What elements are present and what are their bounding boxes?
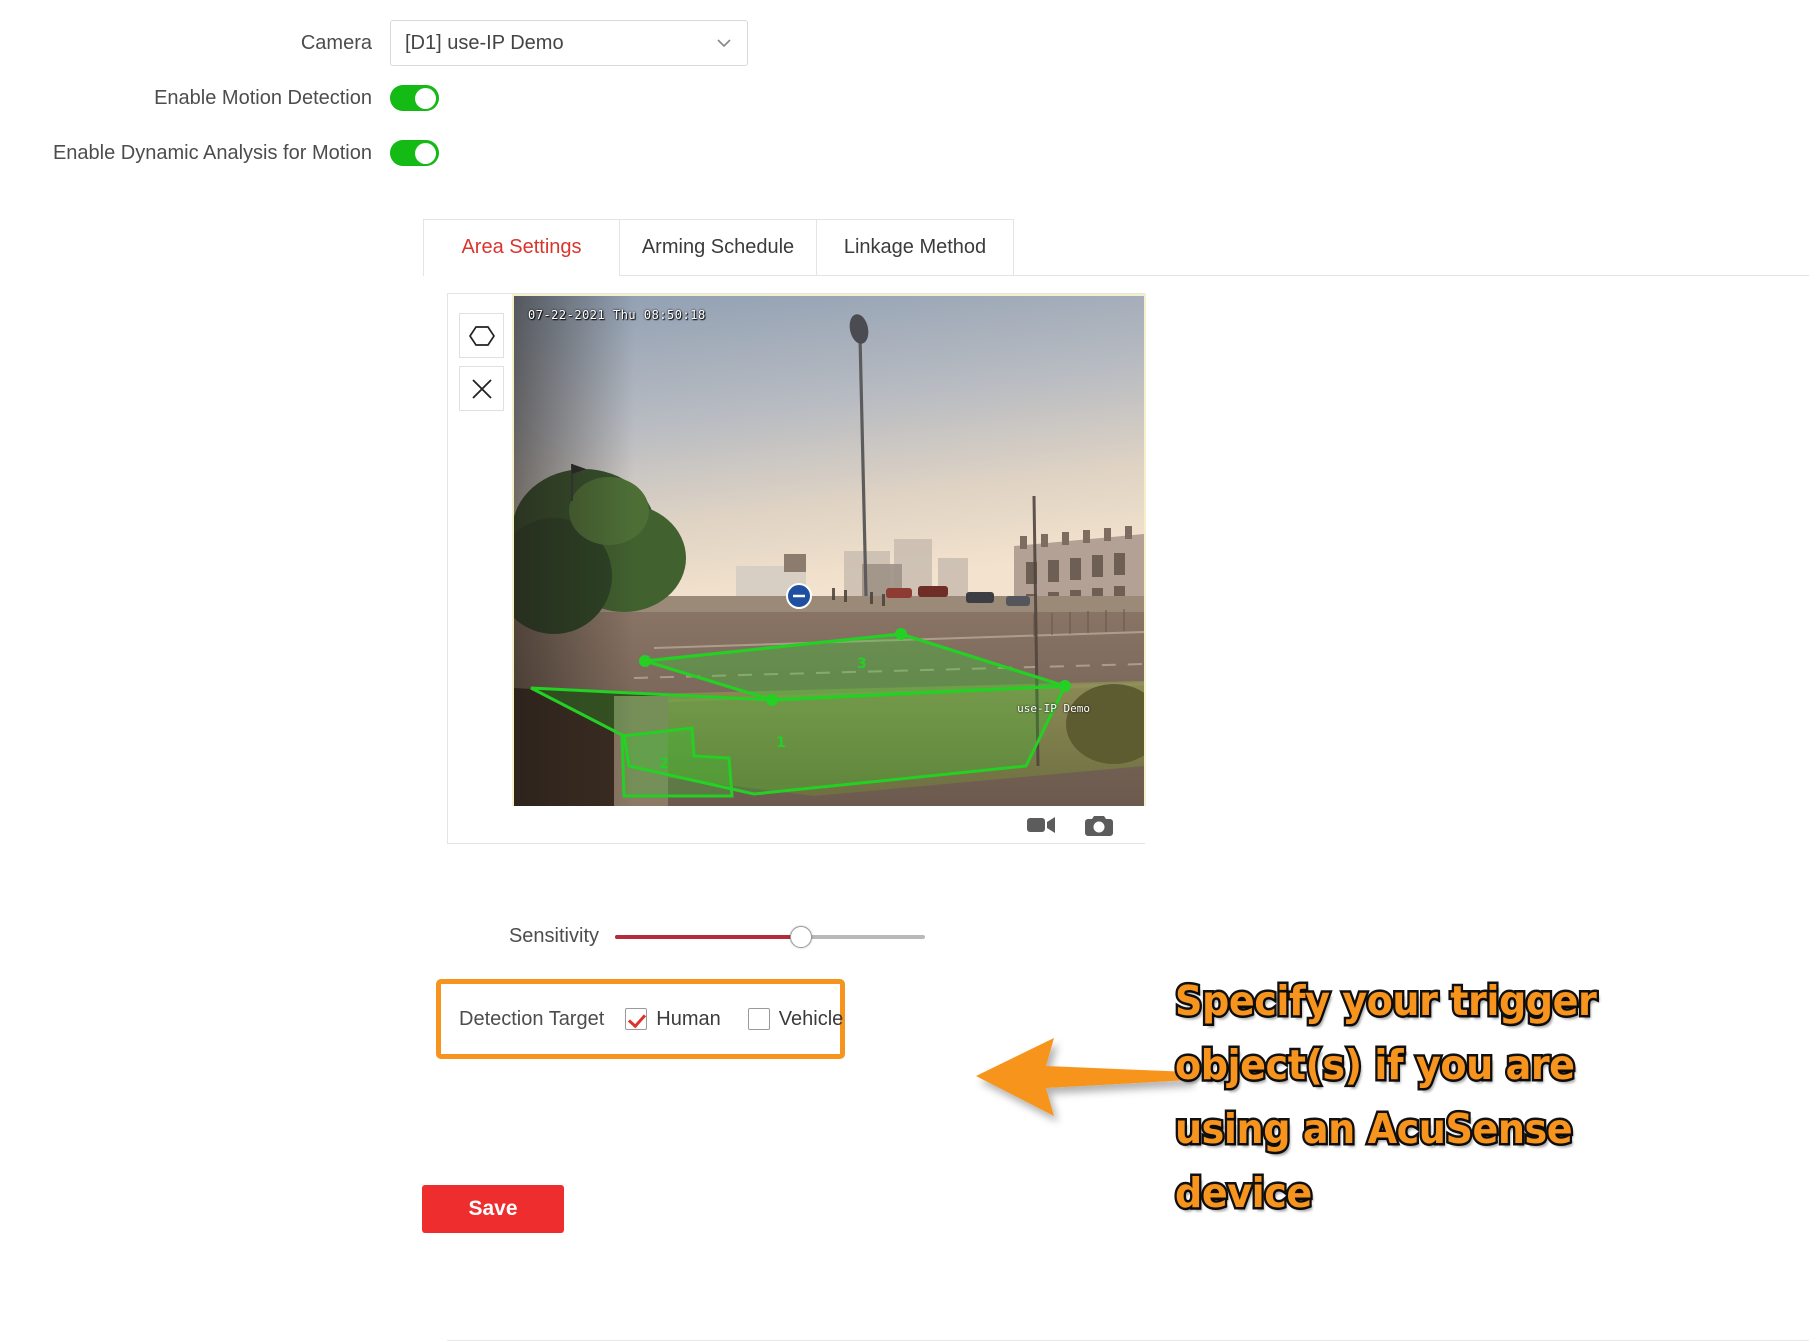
annotation-line-1: Specify your trigger (1173, 975, 1599, 1028)
annotation-line-2: object(s) if you are (1173, 1039, 1578, 1092)
tab-arming-schedule-label: Arming Schedule (641, 236, 795, 258)
live-video-view[interactable]: 3 1 2 07-22-2021 Thu 08:50:18 use-IP Dem… (512, 294, 1146, 808)
dynamic-analysis-row: Enable Dynamic Analysis for Motion (0, 140, 439, 166)
hexagon-icon (468, 324, 495, 348)
live-view-card: 3 1 2 07-22-2021 Thu 08:50:18 use-IP Dem… (447, 293, 1146, 844)
annotation-line-4: device (1173, 1167, 1315, 1220)
human-checkbox[interactable] (625, 1008, 648, 1030)
video-toolbar (512, 806, 1146, 843)
annotation-line-3: using an AcuSense (1173, 1103, 1575, 1156)
video-timestamp: 07-22-2021 Thu 08:50:18 (528, 308, 706, 322)
svg-text:3: 3 (857, 656, 867, 672)
video-frame: 3 1 2 (514, 296, 1144, 806)
capture-icon[interactable] (1084, 812, 1114, 838)
tab-bar: Area Settings Arming Schedule Linkage Me… (423, 219, 1809, 276)
shape-tool-group (459, 313, 504, 411)
camera-row: Camera [D1] use-IP Demo (0, 20, 748, 66)
annotation-arrow (968, 1022, 1198, 1132)
human-label: Human (656, 1007, 721, 1030)
save-button[interactable]: Save (422, 1185, 564, 1233)
close-icon (470, 377, 494, 401)
dynamic-analysis-label: Enable Dynamic Analysis for Motion (52, 141, 372, 164)
slider-thumb[interactable] (790, 925, 812, 948)
camera-select-value: [D1] use-IP Demo (405, 31, 564, 54)
draw-area-button[interactable] (459, 313, 504, 358)
record-icon[interactable] (1026, 812, 1056, 838)
sensitivity-label: Sensitivity (508, 925, 599, 947)
tab-area-settings-label: Area Settings (461, 236, 582, 258)
camera-label: Camera (300, 31, 372, 54)
video-watermark: use-IP Demo (1017, 702, 1090, 715)
tab-linkage-method[interactable]: Linkage Method (817, 219, 1014, 275)
vehicle-label: Vehicle (778, 1007, 844, 1030)
motion-detection-toggle[interactable] (390, 85, 439, 111)
clear-area-button[interactable] (459, 366, 504, 411)
tab-linkage-method-label: Linkage Method (843, 236, 987, 258)
detection-target-vehicle[interactable]: Vehicle (747, 1007, 844, 1031)
sensitivity-row: Sensitivity (423, 925, 1809, 948)
motion-detection-row: Enable Motion Detection (0, 85, 439, 111)
slider-fill (615, 934, 801, 939)
svg-text:2: 2 (659, 756, 669, 772)
camera-select[interactable]: [D1] use-IP Demo (390, 20, 748, 66)
detection-target-row: Detection Target Human Vehicle (459, 991, 870, 1047)
vehicle-checkbox[interactable] (747, 1008, 770, 1030)
sensitivity-slider[interactable] (615, 925, 925, 948)
dynamic-analysis-toggle[interactable] (390, 140, 439, 166)
svg-text:1: 1 (776, 735, 786, 751)
detection-target-label: Detection Target (459, 1007, 605, 1030)
tab-area-settings[interactable]: Area Settings (423, 219, 620, 276)
detection-target-human[interactable]: Human (625, 1007, 721, 1031)
tab-arming-schedule[interactable]: Arming Schedule (620, 219, 817, 275)
chevron-down-icon (715, 34, 733, 52)
motion-detection-label: Enable Motion Detection (154, 86, 372, 109)
annotation-text: Specify your trigger object(s) if you ar… (1173, 969, 1659, 1225)
